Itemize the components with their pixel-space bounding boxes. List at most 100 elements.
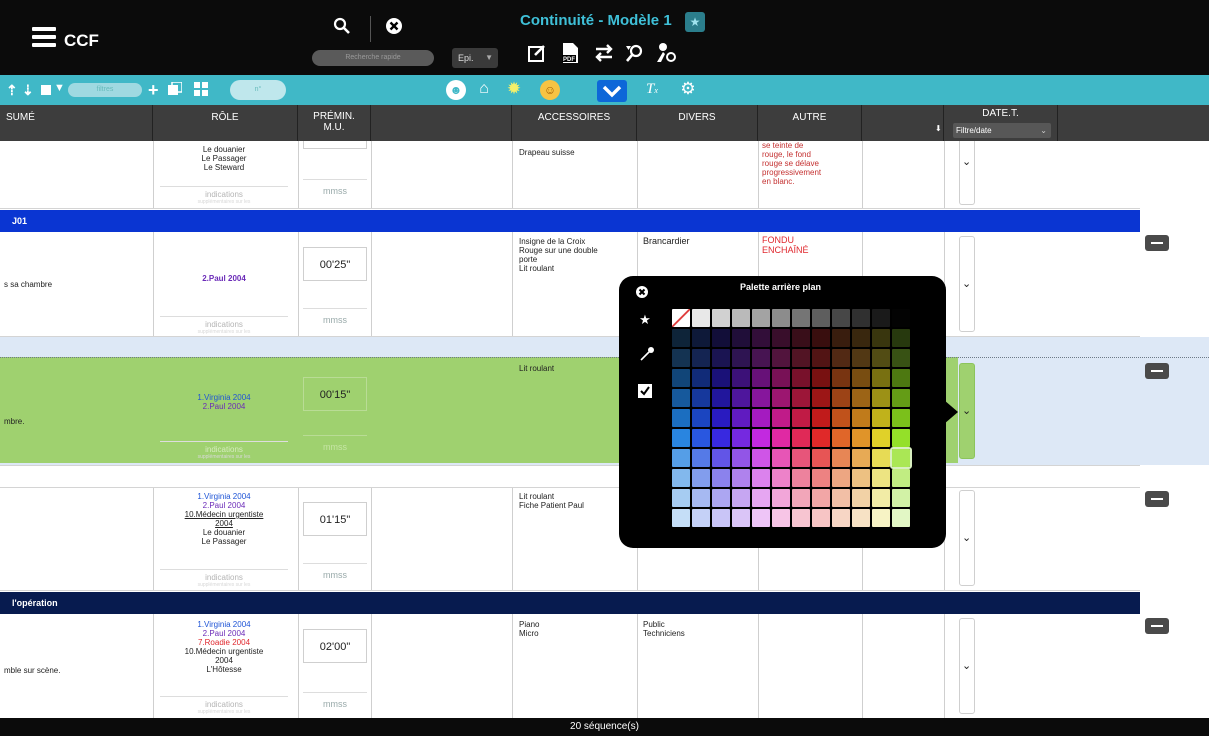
color-swatch[interactable] (712, 369, 730, 387)
date-dropdown[interactable]: ⌄ (959, 141, 975, 205)
mu-mmss-field[interactable]: mmss (303, 563, 367, 585)
episode-select[interactable]: Epi. ▼ (452, 48, 498, 68)
color-swatch[interactable] (672, 329, 690, 347)
color-swatch[interactable] (892, 389, 910, 407)
remove-row-button[interactable] (1145, 363, 1169, 379)
clear-format-icon[interactable]: Tx (642, 79, 662, 99)
role-entry[interactable]: 2.Paul 2004 (160, 402, 288, 411)
sequence-row[interactable]: 1.Virginia 2004 2.Paul 2004 10.Médecin u… (0, 487, 1209, 590)
role-entry[interactable]: 1.Virginia 2004 (160, 492, 288, 501)
color-swatch[interactable] (732, 509, 750, 527)
role-entry[interactable]: 10.Médecin urgentiste (160, 647, 288, 656)
accessoire-entry[interactable]: Fiche Patient Paul (519, 501, 584, 510)
move-up-icon[interactable]: ⇡ (6, 75, 18, 105)
color-swatch[interactable] (732, 329, 750, 347)
accessoire-entry[interactable]: Rouge sur une double (519, 246, 598, 255)
color-swatch[interactable] (732, 369, 750, 387)
color-swatch[interactable] (852, 349, 870, 367)
duration-field[interactable]: 02'00" (303, 629, 367, 663)
color-swatch[interactable] (712, 469, 730, 487)
mu-mmss-field[interactable]: mmss (303, 435, 367, 457)
color-swatch[interactable] (852, 509, 870, 527)
user-settings-icon[interactable] (655, 42, 677, 70)
color-swatch[interactable] (692, 349, 710, 367)
color-swatch[interactable] (732, 449, 750, 467)
color-swatch[interactable] (692, 489, 710, 507)
color-swatch[interactable] (832, 389, 850, 407)
color-swatch[interactable] (792, 489, 810, 507)
accessoire-entry[interactable]: Piano (519, 620, 539, 629)
sort-arrow-icon[interactable]: ⬇ (935, 124, 942, 133)
color-swatch[interactable] (692, 429, 710, 447)
role-entry[interactable]: 2.Paul 2004 (160, 629, 288, 638)
color-swatch[interactable] (772, 329, 790, 347)
remove-row-button[interactable] (1145, 618, 1169, 634)
color-swatch[interactable] (852, 329, 870, 347)
column-premin[interactable]: PRÉMIN. M.U. (298, 105, 371, 141)
color-swatch[interactable] (752, 389, 770, 407)
filter-field[interactable]: filtres (68, 83, 142, 97)
color-swatch[interactable] (872, 449, 890, 467)
color-swatch[interactable] (832, 489, 850, 507)
color-swatch[interactable] (672, 349, 690, 367)
eyedropper-icon[interactable] (637, 346, 657, 365)
swap-arrows-icon[interactable] (593, 43, 615, 69)
divers-entry[interactable]: Public (643, 620, 665, 629)
duration-field[interactable]: 01'15" (303, 502, 367, 536)
color-swatch[interactable] (772, 429, 790, 447)
color-swatch[interactable] (672, 389, 690, 407)
color-swatch[interactable] (672, 509, 690, 527)
color-swatch[interactable] (852, 309, 870, 327)
date-dropdown[interactable]: ⌄ (959, 363, 975, 459)
color-swatch[interactable] (792, 369, 810, 387)
color-swatch[interactable] (692, 469, 710, 487)
color-swatch[interactable] (852, 469, 870, 487)
color-swatch[interactable] (892, 329, 910, 347)
color-swatch[interactable] (752, 509, 770, 527)
role-entry[interactable]: 7.Roadie 2004 (160, 638, 288, 647)
column-role[interactable]: RÔLE (153, 105, 298, 141)
indications-field[interactable]: indications supplémentaires sur les (160, 696, 288, 715)
mu-mmss-field[interactable]: mmss (303, 308, 367, 330)
checkbox-all-icon[interactable] (41, 85, 51, 95)
remove-row-button[interactable] (1145, 235, 1169, 251)
color-swatch[interactable] (872, 389, 890, 407)
column-divers[interactable]: DIVERS (637, 105, 758, 141)
close-palette-icon[interactable] (632, 285, 652, 302)
role-entry[interactable]: 10.Médecin urgentiste (160, 510, 288, 519)
color-swatch[interactable] (792, 409, 810, 427)
role-entry[interactable]: 2.Paul 2004 (160, 501, 288, 510)
color-swatch[interactable] (752, 469, 770, 487)
mu-mmss-field[interactable]: mmss (303, 692, 367, 714)
home-icon[interactable]: ⌂ (474, 79, 494, 99)
color-swatch[interactable] (692, 309, 710, 327)
divers-entry[interactable]: Brancardier (643, 237, 690, 246)
accessoire-entry[interactable]: Insigne de la Croix (519, 237, 585, 246)
color-swatch[interactable] (732, 309, 750, 327)
color-swatch[interactable] (832, 349, 850, 367)
color-swatch[interactable] (832, 449, 850, 467)
color-swatch[interactable] (732, 349, 750, 367)
color-swatch[interactable] (692, 449, 710, 467)
color-swatch[interactable] (852, 389, 870, 407)
color-swatch[interactable] (732, 489, 750, 507)
color-swatch[interactable] (852, 449, 870, 467)
color-swatch[interactable] (812, 369, 830, 387)
color-swatch[interactable] (872, 509, 890, 527)
hamburger-menu-icon[interactable] (32, 27, 56, 47)
color-swatch[interactable] (732, 469, 750, 487)
color-swatch[interactable] (752, 369, 770, 387)
accessoire-entry[interactable]: Lit roulant (519, 492, 554, 501)
color-swatch[interactable] (792, 469, 810, 487)
color-swatch[interactable] (712, 409, 730, 427)
color-swatch[interactable] (812, 389, 830, 407)
color-swatch[interactable] (672, 489, 690, 507)
favorite-star-icon[interactable]: ★ (685, 12, 705, 32)
accessoire-entry[interactable]: Lit roulant (519, 264, 554, 273)
color-swatch[interactable] (712, 349, 730, 367)
accessoire-entry[interactable]: Lit roulant (519, 364, 554, 373)
color-swatch[interactable] (832, 329, 850, 347)
color-swatch[interactable] (752, 329, 770, 347)
color-swatch[interactable] (812, 409, 830, 427)
color-swatch[interactable] (792, 349, 810, 367)
